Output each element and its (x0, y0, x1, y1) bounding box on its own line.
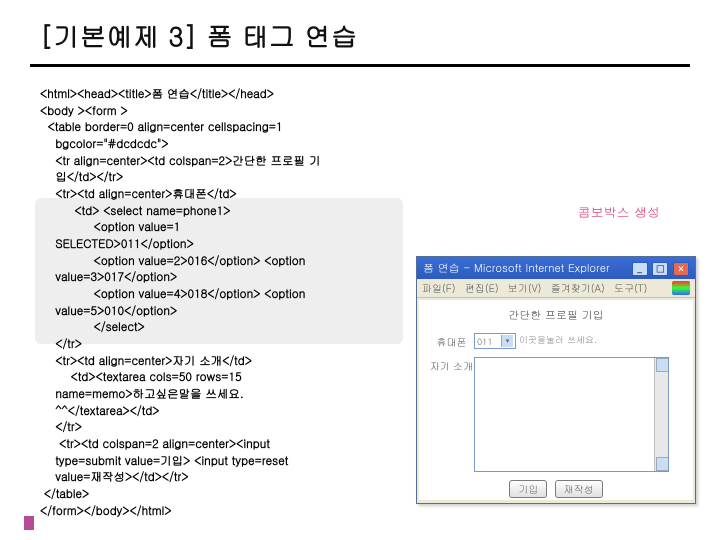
menu-file[interactable]: 파일(F) (422, 281, 455, 295)
browser-titlebar: 폼 연습 - Microsoft Internet Explorer _ □ × (417, 257, 695, 279)
browser-preview: 폼 연습 - Microsoft Internet Explorer _ □ ×… (416, 256, 696, 504)
browser-viewport: 간단한 프로필 기입 휴대폰 011 ▾ 이곳을눌러 쓰세요. 자기 소개 기입… (419, 300, 693, 500)
menu-edit[interactable]: 편집(E) (465, 281, 499, 295)
code-listing: <html><head><title>폼 연습</title></head> <… (40, 86, 405, 519)
title-underline (30, 64, 690, 67)
vertical-scrollbar[interactable] (654, 358, 668, 471)
form-heading: 간단한 프로필 기입 (429, 308, 683, 323)
menu-fav[interactable]: 즐겨찾기(A) (551, 281, 605, 295)
minimize-icon[interactable]: _ (632, 262, 648, 276)
maximize-icon[interactable]: □ (652, 262, 668, 276)
phone-select-value: 011 (477, 335, 493, 348)
menu-tools[interactable]: 도구(T) (614, 281, 647, 295)
label-intro: 자기 소개 (429, 357, 474, 373)
chevron-down-icon[interactable]: ▾ (501, 335, 513, 347)
window-controls: _ □ × (631, 261, 689, 276)
close-icon[interactable]: × (673, 262, 689, 276)
browser-title-text: 폼 연습 - Microsoft Internet Explorer (423, 261, 610, 276)
reset-button[interactable]: 재작성 (555, 480, 603, 498)
menu-view[interactable]: 보기(V) (508, 281, 542, 295)
phone-select[interactable]: 011 ▾ (474, 333, 516, 349)
intro-textarea[interactable] (474, 357, 669, 472)
submit-button[interactable]: 기입 (509, 480, 547, 498)
ie-logo-icon (672, 281, 690, 295)
slide-end-marker (24, 516, 34, 530)
annotation-combobox: 콤보박스 생성 (578, 202, 660, 221)
browser-menubar: 파일(F) 편집(E) 보기(V) 즐겨찾기(A) 도구(T) (417, 279, 695, 298)
label-phone: 휴대폰 (429, 333, 474, 349)
slide-title: [기본예제 3] 폼 태그 연습 (0, 0, 720, 60)
phone-hint: 이곳을눌러 쓰세요. (519, 333, 597, 346)
